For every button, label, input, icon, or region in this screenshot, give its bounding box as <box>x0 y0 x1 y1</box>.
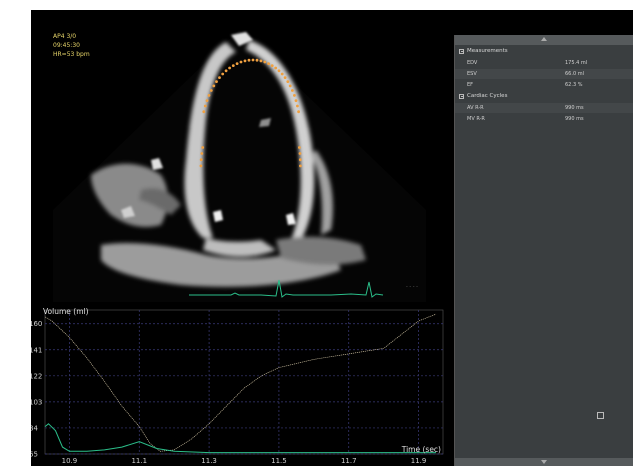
echo-image-view: AP4 3/0 09:45:30 HR=53 bpm - - - - <box>31 10 446 302</box>
heart-rate-label: HR=53 bpm <box>53 51 90 58</box>
y-tick-label: 141 <box>31 346 42 354</box>
measurement-row-esv: ESV 66.0 ml <box>455 69 633 79</box>
x-tick-label: 10.9 <box>62 457 78 465</box>
contour-dot <box>228 66 232 70</box>
contour-dot <box>203 104 207 108</box>
contour-dot <box>243 59 247 63</box>
y-axis-label: Volume (ml) <box>43 307 89 316</box>
panel-options-button[interactable] <box>597 412 604 419</box>
volume-series-line <box>44 313 437 452</box>
contour-dot <box>293 94 296 97</box>
panel-scroll-up[interactable] <box>455 35 633 45</box>
measurement-row-edv: EDV 175.4 ml <box>455 58 633 68</box>
section-title: Cardiac Cycles <box>467 93 508 99</box>
y-tick-label: 65 <box>31 451 38 459</box>
contour-dot <box>205 99 209 102</box>
y-tick-label: 122 <box>31 372 42 380</box>
contour-dot <box>267 62 270 65</box>
collapse-icon[interactable] <box>459 48 464 54</box>
measurement-value: 175.4 ml <box>565 60 588 66</box>
cycle-value: 990 ms <box>565 105 584 111</box>
cycle-value: 990 ms <box>565 116 584 122</box>
section-title: Measurements <box>467 48 508 54</box>
y-tick-label: 103 <box>31 398 42 406</box>
x-tick-label: 11.9 <box>411 457 427 465</box>
contour-dot <box>298 146 301 149</box>
contour-dot <box>283 76 287 79</box>
collapse-icon[interactable] <box>459 93 464 99</box>
contour-dot <box>201 146 205 149</box>
contour-dot <box>212 84 216 88</box>
contour-dot <box>259 59 263 63</box>
panel-scroll-down[interactable] <box>455 458 633 466</box>
contour-dot <box>218 76 221 79</box>
contour-dot <box>299 164 302 168</box>
contour-dot <box>296 104 299 108</box>
x-tick-label: 11.7 <box>341 457 357 465</box>
contour-dot <box>200 152 204 155</box>
volume-time-chart: 10.9 11.1 11.3 11.5 11.7 11.9 160 141 122 103 84 65… <box>31 302 446 466</box>
chevron-up-icon <box>541 37 547 41</box>
contour-dot <box>286 80 290 83</box>
contour-dot <box>215 80 218 83</box>
ultrasound-screen: AP4 3/0 09:45:30 HR=53 bpm - - - - 10.9 1… <box>31 10 633 466</box>
contour-dot <box>297 110 300 114</box>
y-tick-label: 84 <box>31 424 38 432</box>
contour-dot <box>270 64 274 67</box>
contour-dot <box>199 164 203 168</box>
x-tick-label: 11.1 <box>131 457 147 465</box>
contour-dot <box>288 84 292 88</box>
echo-image <box>53 30 426 302</box>
cycle-label: MV R-R <box>467 116 485 122</box>
contour-dot <box>294 99 298 102</box>
measurement-value: 62.3 % <box>565 82 583 88</box>
chevron-down-icon <box>541 460 547 464</box>
x-tick-label: 11.5 <box>271 457 287 465</box>
view-label: AP4 3/0 <box>53 33 77 40</box>
contour-dot <box>251 58 255 62</box>
measurement-row-ef: EF 62.3 % <box>455 80 633 90</box>
contour-dot <box>255 58 259 62</box>
contour-dot <box>291 89 294 92</box>
cycle-label: AV R-R <box>467 105 484 111</box>
contour-dot <box>202 110 206 114</box>
contour-dot <box>224 69 228 73</box>
measurement-label: EDV <box>467 60 478 66</box>
contour-dot <box>280 72 284 76</box>
measurement-label: EF <box>467 82 474 88</box>
contour-dot <box>274 66 278 70</box>
x-tick-label: 11.3 <box>201 457 217 465</box>
cycle-row-av: AV R-R 990 ms <box>455 103 633 113</box>
contour-dot <box>209 89 213 92</box>
contour-dot <box>239 60 243 64</box>
contour-dot <box>207 94 211 97</box>
image-info-overlay: AP4 3/0 09:45:30 HR=53 bpm <box>53 32 90 59</box>
contour-dot <box>235 62 239 65</box>
contour-dot <box>298 158 302 162</box>
contour-dot <box>199 158 203 162</box>
contour-dot <box>263 60 267 64</box>
measurement-label: ESV <box>467 71 477 77</box>
time-label: 09:45:30 <box>53 42 80 49</box>
contour-dot <box>298 152 302 155</box>
section-cardiac-cycles-header[interactable]: Cardiac Cycles <box>459 93 507 99</box>
contour-dot <box>231 64 235 67</box>
cycle-row-mv: MV R-R 990 ms <box>455 114 633 124</box>
x-axis-label: Time (sec) <box>401 445 441 454</box>
measurements-panel: Measurements EDV 175.4 ml ESV 66.0 ml EF… <box>454 35 633 466</box>
measurement-value: 66.0 ml <box>565 71 584 77</box>
volume-chart-svg: 10.9 11.1 11.3 11.5 11.7 11.9 160 141 122 103 84 65… <box>31 307 444 465</box>
section-measurements-header[interactable]: Measurements <box>459 48 508 54</box>
y-tick-label: 160 <box>31 320 42 328</box>
contour-dot <box>277 69 281 73</box>
contour-dot <box>221 72 225 76</box>
contour-dot <box>247 58 251 62</box>
depth-scale-mark: - - - - <box>406 284 418 290</box>
